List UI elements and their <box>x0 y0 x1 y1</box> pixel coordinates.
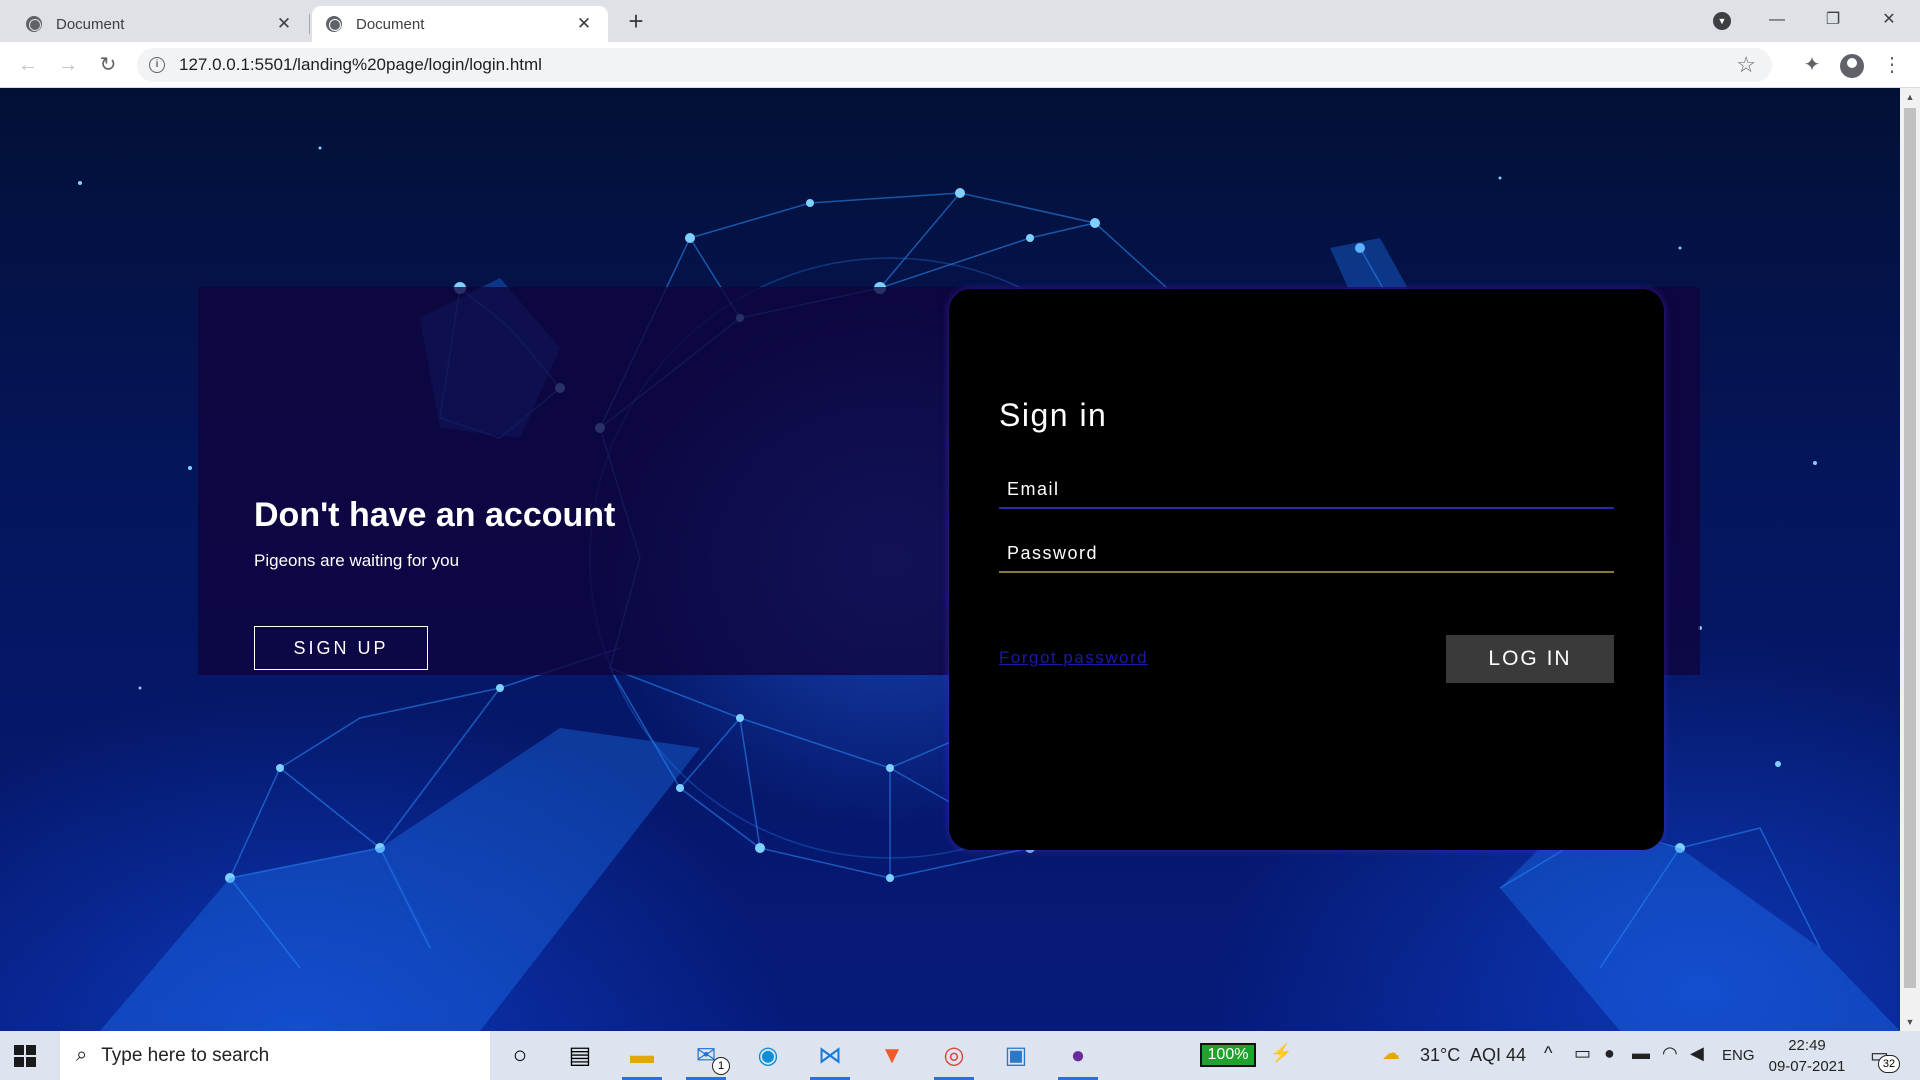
close-tab-icon[interactable]: ✕ <box>574 14 594 34</box>
photos-icon[interactable]: ▣ <box>996 1039 1036 1073</box>
new-tab-button[interactable]: + <box>622 8 650 36</box>
search-icon: ⌕ <box>76 1044 88 1066</box>
menu-kebab-icon[interactable]: ⋮ <box>1878 52 1906 80</box>
browser-tab[interactable]: Document ✕ <box>12 6 308 42</box>
vscode-icon[interactable]: ⋈ <box>810 1039 850 1080</box>
meet-now-icon[interactable]: ▭ <box>1574 1043 1591 1064</box>
signup-heading: Don't have an account <box>254 496 616 534</box>
weather-temperature[interactable]: 31°C <box>1420 1045 1460 1066</box>
close-window-button[interactable]: ✕ <box>1866 6 1912 34</box>
reload-icon[interactable]: ↻ <box>94 51 122 79</box>
email-field[interactable] <box>999 471 1614 507</box>
sign-up-button[interactable]: SIGN UP <box>254 626 428 670</box>
globe-icon <box>26 16 42 32</box>
back-arrow-icon[interactable]: ← <box>14 51 42 79</box>
cortana-icon[interactable]: ○ <box>500 1039 540 1073</box>
brave-icon[interactable]: ▼ <box>872 1039 912 1073</box>
github-desktop-icon[interactable]: ● <box>1058 1039 1098 1080</box>
volume-icon[interactable]: ◀ <box>1690 1043 1704 1064</box>
sign-in-heading: Sign in <box>999 397 1108 433</box>
clock-time: 22:49 <box>1788 1037 1826 1054</box>
signup-subtitle: Pigeons are waiting for you <box>254 551 460 570</box>
taskbar-search-placeholder: Type here to search <box>101 1044 270 1066</box>
bookmark-star-icon[interactable]: ☆ <box>1736 52 1756 78</box>
profile-icon[interactable] <box>1838 52 1866 80</box>
scroll-up-arrow-icon[interactable]: ▲ <box>1900 92 1920 102</box>
taskbar-search-box[interactable]: ⌕ Type here to search <box>60 1031 490 1080</box>
close-tab-icon[interactable]: ✕ <box>274 14 294 34</box>
browser-toolbar: ← → ↻ i 127.0.0.1:5501/landing%20page/lo… <box>0 42 1920 88</box>
url-text: 127.0.0.1:5501/landing%20page/login/logi… <box>179 55 542 74</box>
scrollbar-thumb[interactable] <box>1904 108 1916 988</box>
chevron-up-icon[interactable]: ^ <box>1544 1043 1552 1064</box>
clock-date: 09-07-2021 <box>1768 1058 1846 1075</box>
tab-separator <box>309 14 310 34</box>
page-scrollbar[interactable]: ▲ ▼ <box>1900 88 1920 1031</box>
tab-search-icon[interactable]: ▼ <box>1713 12 1731 30</box>
extensions-icon[interactable]: ✦ <box>1798 52 1826 80</box>
log-in-button[interactable]: LOG IN <box>1446 635 1614 683</box>
aqi-text[interactable]: AQI 44 <box>1470 1045 1526 1066</box>
password-field[interactable] <box>999 535 1614 571</box>
task-view-icon[interactable]: ▤ <box>560 1039 600 1073</box>
windows-taskbar: ⌕ Type here to search ○ ▤ ▬ ✉ 1 ◉ ⋈ ▼ ◎ … <box>0 1031 1920 1080</box>
forgot-password-link[interactable]: Forgot password <box>999 648 1148 668</box>
windows-start-icon[interactable] <box>14 1045 36 1067</box>
password-field-wrapper <box>999 535 1614 573</box>
tab-title: Document <box>56 15 125 33</box>
globe-icon <box>326 16 342 32</box>
site-info-icon[interactable]: i <box>149 57 165 73</box>
wifi-icon[interactable]: ◠ <box>1662 1043 1678 1064</box>
battery-tray-icon[interactable]: ▬ <box>1632 1043 1650 1064</box>
sign-in-card: Sign in Forgot password LOG IN <box>949 289 1664 850</box>
chrome-icon[interactable]: ◎ <box>934 1039 974 1080</box>
battery-indicator[interactable]: 100% <box>1200 1043 1256 1067</box>
weather-icon: ☁ <box>1382 1043 1400 1063</box>
notifications-badge: 32 <box>1878 1055 1900 1073</box>
plug-icon: ⚡ <box>1270 1043 1293 1063</box>
taskbar-clock[interactable]: 22:49 09-07-2021 <box>1762 1035 1852 1077</box>
address-bar[interactable]: i 127.0.0.1:5501/landing%20page/login/lo… <box>137 48 1772 82</box>
file-explorer-icon[interactable]: ▬ <box>622 1039 662 1080</box>
edge-icon[interactable]: ◉ <box>748 1039 788 1073</box>
restore-button[interactable]: ❐ <box>1810 6 1856 34</box>
tab-strip: Document ✕ Document ✕ + ▼ — ❐ ✕ <box>0 0 1920 42</box>
minimize-button[interactable]: — <box>1754 6 1800 34</box>
language-indicator[interactable]: ENG <box>1722 1047 1755 1064</box>
microphone-icon[interactable]: ● <box>1604 1043 1615 1064</box>
mail-badge: 1 <box>712 1057 730 1075</box>
browser-tab-active[interactable]: Document ✕ <box>312 6 608 42</box>
tab-title: Document <box>356 15 425 33</box>
forward-arrow-icon[interactable]: → <box>54 51 82 79</box>
email-field-wrapper <box>999 471 1614 509</box>
scroll-down-arrow-icon[interactable]: ▼ <box>1900 1017 1920 1027</box>
